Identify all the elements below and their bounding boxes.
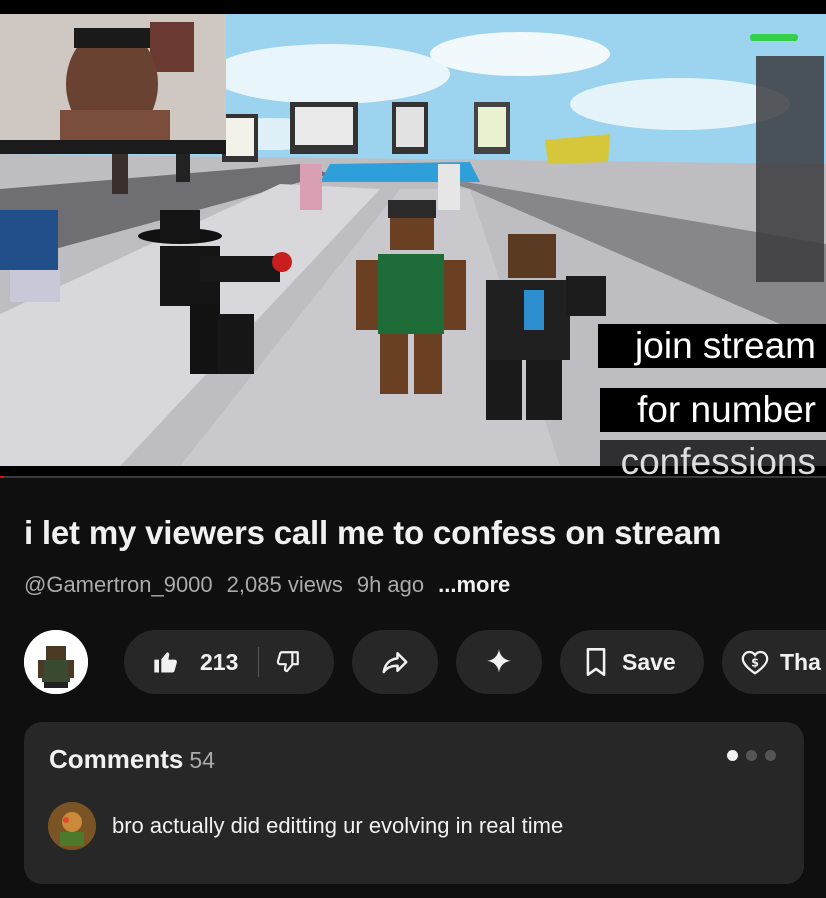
- comments-header: Comments 54: [49, 744, 215, 775]
- pager-dot: [746, 750, 757, 761]
- video-title: i let my viewers call me to confess on s…: [24, 514, 722, 551]
- channel-avatar[interactable]: [24, 630, 88, 694]
- thanks-heart-icon: $: [740, 647, 770, 677]
- thumbs-up-icon[interactable]: [152, 648, 180, 676]
- comments-title: Comments: [49, 744, 184, 774]
- comments-pager-dots: [727, 750, 776, 761]
- share-button[interactable]: [352, 630, 438, 694]
- more-button[interactable]: ...more: [438, 572, 510, 598]
- video-progress-bar[interactable]: [0, 476, 826, 478]
- like-divider: [258, 647, 260, 677]
- save-label: Save: [622, 648, 676, 675]
- pager-dot: [765, 750, 776, 761]
- commenter-avatar: [48, 802, 96, 850]
- video-meta: @Gamertron_9000 2,085 views 9h ago ...mo…: [24, 572, 510, 598]
- video-player[interactable]: join stream for number confessions: [0, 0, 826, 478]
- like-count[interactable]: 213: [200, 649, 238, 676]
- top-comment-text: bro actually did editting ur evolving in…: [112, 813, 564, 838]
- thanks-label: Tha: [780, 648, 821, 675]
- video-caption-line-2: for number: [600, 388, 826, 432]
- thanks-button[interactable]: $ Tha: [722, 630, 826, 694]
- svg-text:$: $: [751, 656, 759, 669]
- pager-dot-active: [727, 750, 738, 761]
- thumbs-down-icon[interactable]: [275, 649, 301, 675]
- video-progress-fill: [0, 476, 5, 478]
- view-count: 2,085 views: [226, 572, 343, 597]
- channel-handle[interactable]: @Gamertron_9000: [24, 572, 213, 598]
- like-dislike-pill: 213: [124, 630, 334, 694]
- save-button[interactable]: Save: [560, 630, 704, 694]
- sparkle-icon: [485, 648, 513, 676]
- video-caption-line-1: join stream: [598, 324, 826, 368]
- upload-age: 9h ago: [356, 572, 425, 597]
- share-icon: [380, 647, 410, 677]
- comments-card[interactable]: Comments 54 bro actually did editting ur …: [24, 722, 804, 884]
- bookmark-icon: [582, 647, 610, 677]
- comments-count: 54: [189, 747, 215, 773]
- ask-ai-button[interactable]: [456, 630, 542, 694]
- video-caption-line-3: confessions: [600, 440, 826, 478]
